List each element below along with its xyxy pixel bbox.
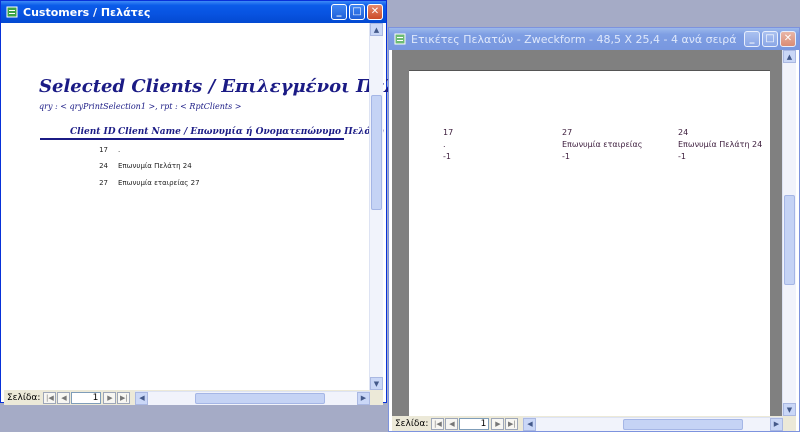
- scroll-thumb[interactable]: [784, 195, 795, 285]
- scroll-left-button[interactable]: ◀: [135, 391, 149, 405]
- row-client-name: Επωνυμία Πελάτη 24: [118, 162, 192, 170]
- next-page-icon: ▶: [495, 419, 501, 428]
- page-number-field[interactable]: 1: [459, 417, 490, 430]
- hscroll-thumb[interactable]: [623, 418, 744, 430]
- last-page-icon: ▶|: [508, 419, 516, 428]
- label-flag-value: -1: [562, 152, 570, 161]
- scroll-left-button[interactable]: ◀: [523, 417, 537, 431]
- previous-page-button[interactable]: ◀: [57, 391, 71, 404]
- report-canvas: Selected Clients / Επιλεγμένοι Πελάτες q…: [4, 23, 445, 390]
- maximize-icon: □: [352, 6, 362, 17]
- close-button[interactable]: ✕: [367, 4, 383, 20]
- arrow-up-icon: ▲: [373, 25, 380, 34]
- arrow-down-icon: ▼: [373, 379, 380, 388]
- label-client-name: Επωνυμία εταιρείας: [562, 140, 643, 149]
- previous-page-button[interactable]: ◀: [445, 417, 459, 430]
- scroll-down-button[interactable]: ▼: [783, 403, 796, 416]
- arrow-left-icon: ◀: [527, 420, 533, 428]
- label-client-name: Επωνυμία Πελάτη 24: [678, 140, 763, 149]
- first-page-icon: |◀: [46, 393, 54, 402]
- maximize-icon: □: [765, 33, 775, 44]
- page-label: Σελίδα:: [395, 418, 429, 429]
- scroll-down-button[interactable]: ▼: [370, 377, 383, 390]
- labels-window: Ετικέτες Πελατών - Zweckform - 48,5 X 25…: [388, 27, 800, 432]
- header-rule: [40, 138, 344, 140]
- row-client-id: 17: [99, 146, 108, 154]
- page-navigation-bar: Σελίδα: |◀ ◀ 1 ▶ ▶| ◀ ▶: [392, 416, 796, 431]
- maximize-button[interactable]: □: [762, 31, 778, 47]
- preview-background: [392, 50, 783, 70]
- report-icon: [6, 6, 18, 18]
- label-client-id: 27: [562, 128, 573, 137]
- next-page-button[interactable]: ▶: [491, 417, 505, 430]
- horizontal-scrollbar[interactable]: ◀ ▶: [135, 390, 370, 405]
- page-navigation-bar: Σελίδα: |◀ ◀ 1 ▶ ▶| ◀ ▶: [4, 390, 383, 405]
- scroll-right-button[interactable]: ▶: [357, 391, 370, 405]
- first-page-icon: |◀: [434, 419, 442, 428]
- window-title: Ετικέτες Πελατών - Zweckform - 48,5 X 25…: [411, 32, 737, 46]
- arrow-right-icon: ▶: [773, 420, 780, 428]
- minimize-button[interactable]: _: [331, 4, 347, 20]
- page-number-field[interactable]: 1: [71, 391, 102, 404]
- scroll-up-button[interactable]: ▲: [783, 50, 796, 63]
- label-client-id: 24: [678, 128, 689, 137]
- hscroll-thumb[interactable]: [195, 392, 326, 404]
- page-top-edge: [409, 70, 770, 71]
- last-page-button[interactable]: ▶|: [117, 391, 131, 404]
- report-icon: [394, 33, 406, 45]
- preview-canvas: 17 . -1 27 Επωνυμία εταιρείας -1 24 Επων…: [392, 50, 796, 416]
- label-client-name: .: [443, 140, 446, 149]
- close-button[interactable]: ✕: [780, 31, 796, 47]
- vertical-scrollbar[interactable]: ▲ ▼: [369, 23, 383, 390]
- next-page-icon: ▶: [107, 393, 113, 402]
- last-page-icon: ▶|: [120, 393, 128, 402]
- arrow-left-icon: ◀: [139, 394, 145, 402]
- column-header-client-id: Client ID: [70, 127, 116, 137]
- page-label: Σελίδα:: [7, 392, 41, 403]
- row-client-name: Επωνυμία εταιρείας 27: [118, 179, 200, 187]
- preview-background: [392, 50, 409, 416]
- arrow-right-icon: ▶: [360, 394, 367, 402]
- label-flag-value: -1: [678, 152, 686, 161]
- customers-titlebar[interactable]: Customers / Πελάτες _ □ ✕: [1, 1, 386, 23]
- previous-page-icon: ◀: [61, 393, 67, 402]
- close-icon: ✕: [783, 33, 793, 44]
- window-title: Customers / Πελάτες: [23, 5, 151, 19]
- report-title: Selected Clients / Επιλεγμένοι Πελάτες: [39, 76, 445, 97]
- row-client-id: 27: [99, 179, 108, 187]
- last-page-button[interactable]: ▶|: [505, 417, 519, 430]
- maximize-button[interactable]: □: [349, 4, 365, 20]
- arrow-up-icon: ▲: [786, 52, 793, 61]
- label-client-id: 17: [443, 128, 454, 137]
- labels-titlebar[interactable]: Ετικέτες Πελατών - Zweckform - 48,5 X 25…: [389, 28, 799, 50]
- report-subtitle: qry : < qryPrintSelection1 >, rpt : < Rp…: [39, 102, 242, 111]
- arrow-down-icon: ▼: [786, 405, 793, 414]
- vertical-scrollbar[interactable]: ▲ ▼: [782, 50, 796, 416]
- horizontal-scrollbar[interactable]: ◀ ▶: [523, 416, 783, 431]
- minimize-icon: _: [749, 33, 755, 44]
- next-page-button[interactable]: ▶: [103, 391, 117, 404]
- row-client-name: .: [118, 146, 121, 154]
- first-page-button[interactable]: |◀: [431, 417, 445, 430]
- close-icon: ✕: [370, 6, 380, 17]
- previous-page-icon: ◀: [449, 419, 455, 428]
- customers-window: Customers / Πελάτες _ □ ✕ Selected Clien…: [0, 0, 445, 405]
- scroll-up-button[interactable]: ▲: [370, 23, 383, 36]
- minimize-icon: _: [336, 6, 342, 17]
- first-page-button[interactable]: |◀: [43, 391, 57, 404]
- scroll-right-button[interactable]: ▶: [770, 417, 783, 431]
- label-flag-value: -1: [443, 152, 451, 161]
- minimize-button[interactable]: _: [744, 31, 760, 47]
- scroll-thumb[interactable]: [371, 95, 382, 210]
- column-header-client-name: Client Name / Επωνυμία ή Ονοματεπώνυμο Π…: [118, 127, 384, 137]
- row-client-id: 24: [99, 162, 108, 170]
